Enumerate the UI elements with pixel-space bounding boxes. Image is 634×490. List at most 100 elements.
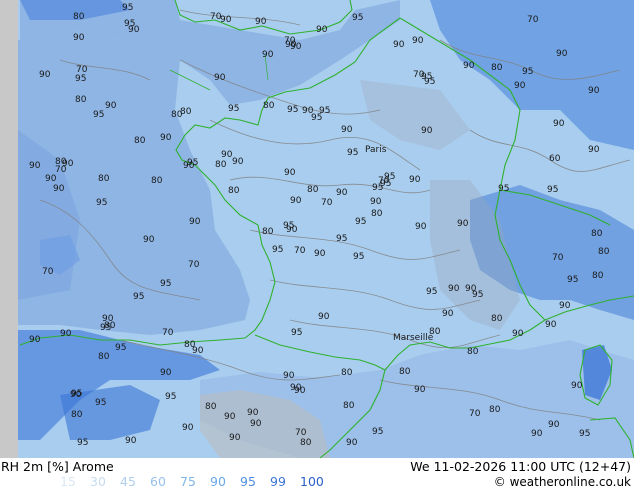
isoline-label: 95 [426, 287, 437, 297]
isoline-label: 80 [307, 185, 319, 195]
isoline-label: 90 [316, 25, 328, 35]
isoline-label: 95 [567, 275, 578, 285]
isoline-label: 80 [341, 368, 353, 378]
isoline-label: 80 [263, 101, 275, 111]
isoline-label: 80 [592, 271, 604, 281]
isoline-label: 80 [489, 405, 501, 415]
isoline-label: 90 [285, 40, 297, 50]
isoline-label: 90 [102, 314, 114, 324]
isoline-label: 90 [182, 423, 194, 433]
isoline-label: 90 [512, 329, 524, 339]
credit-link[interactable]: © weatheronline.co.uk [494, 475, 631, 489]
isoline-label: 95 [95, 398, 106, 408]
isoline-label: 80 [98, 352, 110, 362]
legend-value: 99 [270, 474, 286, 489]
isoline-label: 90 [318, 312, 330, 322]
legend-value: 30 [90, 474, 106, 489]
isoline-label: 95 [424, 77, 435, 87]
isoline-label: 90 [588, 145, 600, 155]
isoline-label: 90 [341, 125, 353, 135]
isoline-label: 70 [413, 70, 425, 80]
legend-value: 15 [60, 474, 76, 489]
legend-value: 45 [120, 474, 136, 489]
isoline-label: 90 [232, 157, 244, 167]
isoline-label: 90 [393, 40, 405, 50]
isoline-label: 80 [55, 157, 67, 167]
isoline-label: 70 [188, 260, 200, 270]
isoline-label: 90 [463, 61, 475, 71]
isoline-label: 90 [588, 86, 600, 96]
isoline-label: 80 [429, 327, 441, 337]
isoline-label: 80 [134, 136, 146, 146]
legend-value: 60 [150, 474, 166, 489]
isoline-label: 95 [311, 113, 322, 123]
isoline-label: 70 [42, 267, 54, 277]
legend-value: 75 [180, 474, 196, 489]
isoline-label: 90 [412, 36, 424, 46]
isoline-label: 90 [548, 420, 560, 430]
isoline-label: 90 [346, 438, 358, 448]
isoline-label: 95 [160, 279, 171, 289]
isoline-label: 70 [469, 409, 481, 419]
isoline-label: 90 [29, 161, 41, 171]
isoline-label: 90 [221, 150, 233, 160]
isoline-label: 95 [353, 252, 364, 262]
isoline-label: 70 [552, 253, 564, 263]
isoline-label: 90 [262, 50, 274, 60]
isoline-label: 90 [415, 222, 427, 232]
isoline-label: 80 [399, 367, 411, 377]
isoline-label: 80 [171, 110, 183, 120]
isoline-label: 90 [39, 70, 51, 80]
isoline-label: 90 [336, 188, 348, 198]
isoline-label: 90 [45, 174, 57, 184]
isoline-label: 95 [122, 3, 133, 13]
isoline-label: 80 [371, 209, 383, 219]
legend-value: 100 [300, 474, 324, 489]
isoline-label: 70 [76, 65, 88, 75]
isoline-label: 95 [336, 234, 347, 244]
isoline-label: 95 [287, 105, 298, 115]
isoline-label: 90 [553, 119, 565, 129]
isoline-label: 90 [457, 219, 469, 229]
isoline-label: 80 [151, 176, 163, 186]
isoline-label: 95 [352, 13, 363, 23]
isoline-label: 95 [522, 67, 533, 77]
isoline-label: 95 [384, 172, 395, 182]
isoline-label: 90 [283, 371, 295, 381]
isoline-label: 95 [228, 104, 239, 114]
color-scale-legend: 15 30 45 60 75 90 95 99 100 [60, 474, 330, 489]
isoline-label: 90 [290, 196, 302, 206]
isoline-label: 90 [247, 408, 259, 418]
map-datetime: We 11-02-2026 11:00 UTC (12+47) [410, 459, 631, 474]
isoline-label: 95 [75, 74, 86, 84]
isoline-label: 80 [467, 347, 479, 357]
isoline-label: 90 [189, 217, 201, 227]
isoline-label: 90 [53, 184, 65, 194]
isoline-label: 90 [29, 335, 41, 345]
map-title: RH 2m [%] Arome [1, 459, 114, 474]
isoline-label: 90 [60, 329, 72, 339]
isoline-label: 70 [321, 198, 333, 208]
isoline-label: 90 [465, 284, 477, 294]
legend-value: 90 [210, 474, 226, 489]
isoline-label: 80 [591, 229, 603, 239]
isoline-label: 70 [294, 246, 306, 256]
isoline-label: 95 [165, 392, 176, 402]
isoline-label: 95 [77, 438, 88, 448]
isoline-label: 90 [214, 73, 226, 83]
isoline-label: 90 [370, 197, 382, 207]
legend-value: 95 [240, 474, 256, 489]
isoline-label: 90 [284, 168, 296, 178]
isoline-label: 90 [514, 81, 526, 91]
isoline-label: 80 [98, 174, 110, 184]
isoline-label: 95 [115, 343, 126, 353]
isoline-label: 90 [143, 235, 155, 245]
isoline-label: 90 [255, 17, 267, 27]
weather-map: Paris Marseille 90 95 90 95 95 90 90 95 95 95 90 95… [0, 0, 634, 458]
isoline-label: 70 [162, 328, 174, 338]
isoline-label: 90 [70, 390, 82, 400]
isoline-label: 80 [184, 340, 196, 350]
isoline-label: 80 [215, 160, 227, 170]
isoline-label: 80 [262, 227, 274, 237]
isoline-label: 90 [414, 385, 426, 395]
